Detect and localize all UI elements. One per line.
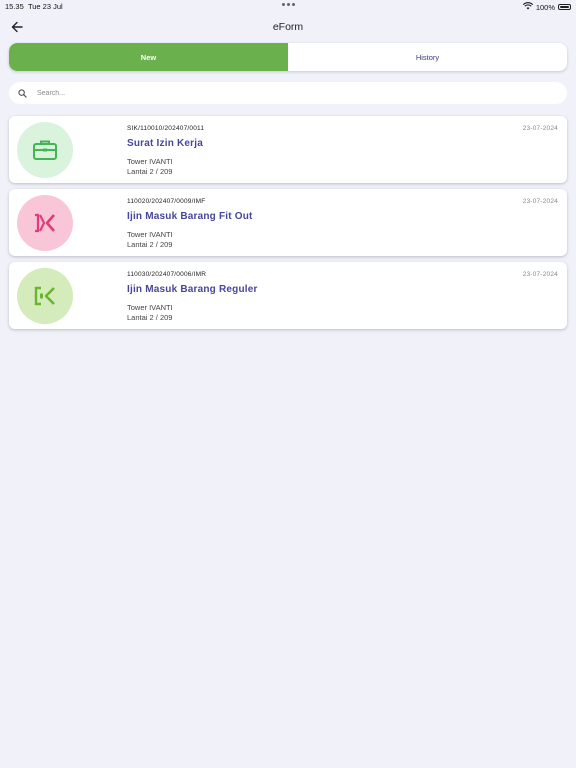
form-code: 110030/202407/0006/IMR: [127, 271, 207, 278]
avatar: [17, 268, 73, 324]
list-item[interactable]: 110020/202407/0009/IMF 23-07-2024 Ijin M…: [9, 189, 567, 256]
avatar: [17, 195, 73, 251]
list-item[interactable]: 110030/202407/0006/IMR 23-07-2024 Ijin M…: [9, 262, 567, 329]
status-time: 15.35 Tue 23 Jul: [5, 2, 63, 11]
form-date: 23-07-2024: [522, 198, 558, 205]
form-floor: Lantai 2 / 209: [127, 240, 173, 249]
form-floor: Lantai 2 / 209: [127, 313, 173, 322]
briefcase-icon: [33, 140, 57, 160]
form-floor: Lantai 2 / 209: [127, 167, 173, 176]
search-bar[interactable]: [9, 82, 567, 104]
wifi-icon: [522, 2, 533, 12]
battery-icon: [558, 4, 571, 10]
form-location: Tower IVANTI: [127, 230, 173, 239]
form-title: Ijin Masuk Barang Reguler: [127, 284, 258, 295]
form-code: SIK/110010/202407/0011: [127, 125, 205, 132]
form-location: Tower IVANTI: [127, 303, 173, 312]
search-icon: [18, 88, 28, 98]
form-title: Surat Izin Kerja: [127, 138, 203, 149]
form-title: Ijin Masuk Barang Fit Out: [127, 211, 253, 222]
entry-arrows-icon: [35, 213, 55, 233]
form-date: 23-07-2024: [522, 125, 558, 132]
list-item[interactable]: SIK/110010/202407/0011 23-07-2024 Surat …: [9, 116, 567, 183]
multitasking-dots-icon[interactable]: [282, 1, 295, 6]
tab-new[interactable]: New: [9, 43, 288, 71]
search-input[interactable]: [35, 88, 539, 98]
form-date: 23-07-2024: [522, 271, 558, 278]
avatar: [17, 122, 73, 178]
form-location: Tower IVANTI: [127, 157, 173, 166]
status-bar: 15.35 Tue 23 Jul 100%: [0, 0, 576, 12]
tab-history[interactable]: History: [288, 43, 567, 71]
segmented-tabs: New History: [9, 43, 567, 71]
page-title: eForm: [272, 21, 304, 33]
app-header: eForm: [0, 16, 576, 38]
battery-percentage: 100%: [535, 2, 555, 12]
login-arrow-icon: [34, 286, 55, 306]
form-code: 110020/202407/0009/IMF: [127, 198, 206, 205]
